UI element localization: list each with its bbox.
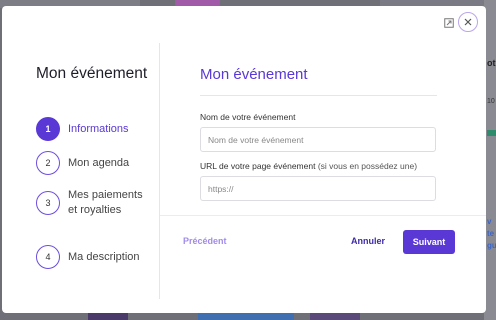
event-name-input[interactable] — [200, 127, 436, 152]
form-title: Mon événement — [200, 66, 308, 83]
background-card — [310, 313, 360, 320]
footer-divider — [160, 215, 486, 216]
steps-sidebar: Mon événement 1 Informations 2 Mon agend… — [2, 43, 160, 299]
event-name-label-text: Nom de votre événement — [200, 112, 296, 122]
background-text-fragment: v — [487, 217, 492, 226]
background-card — [198, 313, 294, 320]
step-label: Informations — [68, 122, 129, 135]
expand-icon[interactable] — [443, 17, 455, 29]
event-url-input[interactable] — [200, 176, 436, 201]
step-number: 4 — [36, 245, 60, 269]
step-number: 1 — [36, 117, 60, 141]
close-button[interactable] — [458, 12, 478, 32]
previous-button[interactable]: Précédent — [183, 236, 227, 246]
step-label: Mon agenda — [68, 156, 130, 169]
sidebar-title: Mon événement — [36, 65, 148, 82]
step-label: Ma description — [68, 250, 140, 263]
event-url-hint: (si vous en possédez une) — [317, 161, 418, 171]
background-card — [88, 313, 128, 320]
event-name-label: Nom de votre événement — [200, 112, 295, 122]
step-number: 3 — [36, 191, 60, 215]
background-text-fragment: gu — [487, 241, 496, 250]
background-text-fragment: otr — [487, 58, 496, 68]
event-url-label: URL de votre page événement (si vous en … — [200, 161, 417, 171]
step-description[interactable]: 4 Ma description — [36, 245, 144, 269]
form-header: Mon événement — [200, 66, 437, 96]
step-agenda[interactable]: 2 Mon agenda — [36, 151, 144, 175]
divider — [200, 95, 437, 96]
cancel-button[interactable]: Annuler — [351, 236, 385, 246]
event-url-label-text: URL de votre page événement — [200, 161, 316, 171]
step-paiements[interactable]: 3 Mes paiements et royalties — [36, 188, 144, 218]
background-text-fragment: 10 — [487, 98, 495, 105]
close-icon — [464, 18, 472, 26]
next-button[interactable]: Suivant — [403, 230, 455, 254]
background-text-fragment: te — [487, 229, 495, 238]
step-number: 2 — [36, 151, 60, 175]
step-informations[interactable]: 1 Informations — [36, 117, 144, 141]
background-progress-bar — [487, 130, 496, 136]
step-label: Mes paiements et royalties — [68, 189, 143, 216]
event-modal: Mon événement 1 Informations 2 Mon agend… — [2, 6, 486, 313]
